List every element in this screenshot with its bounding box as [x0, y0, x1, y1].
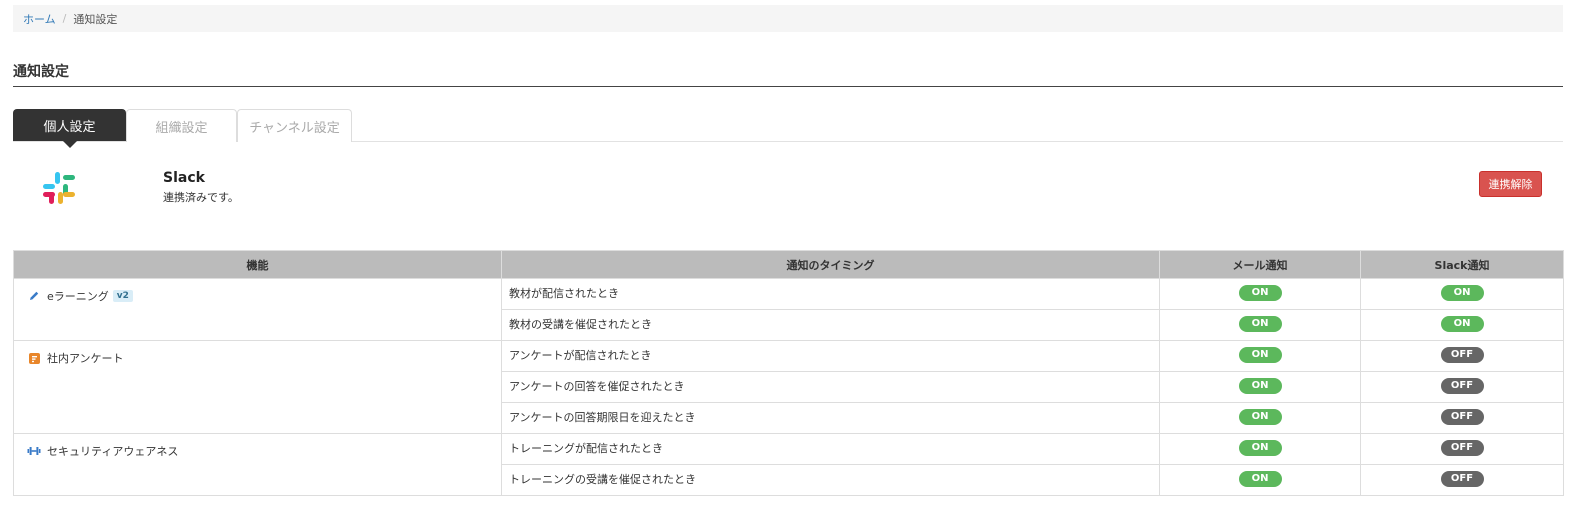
table-row: セキュリティアウェアネス トレーニングが配信されたとき ON OFF — [13, 433, 1564, 496]
table-row: eラーニング v2 教材が配信されたとき ON ON — [13, 278, 1564, 341]
mail-toggle[interactable]: ON — [1238, 347, 1282, 363]
feature-name: eラーニング — [47, 290, 109, 303]
mail-toggle[interactable]: ON — [1238, 316, 1282, 332]
feature-cell: セキュリティアウェアネス — [13, 433, 502, 496]
feature-name: セキュリティアウェアネス — [47, 445, 179, 458]
integration-name: Slack — [163, 170, 205, 186]
unlink-button[interactable]: 連携解除 — [1479, 171, 1542, 197]
timing-cell: トレーニングの受講を催促されたとき — [501, 464, 1160, 496]
header-timing: 通知のタイミング — [501, 250, 1160, 279]
header-mail-notification: メール通知 — [1159, 250, 1361, 279]
slack-toggle[interactable]: ON — [1440, 285, 1484, 301]
notification-settings-table: 機能 通知のタイミング メール通知 Slack通知 eラーニング v2 教材が配… — [13, 250, 1564, 496]
pencil-icon — [27, 289, 41, 303]
timing-cell: アンケートの回答を催促されたとき — [501, 371, 1160, 403]
mail-toggle[interactable]: ON — [1238, 471, 1282, 487]
page-title: 通知設定 — [13, 58, 1563, 87]
table-row: 社内アンケート アンケートが配信されたとき ON OFF — [13, 340, 1564, 434]
slack-toggle[interactable]: ON — [1440, 316, 1484, 332]
breadcrumb-current: 通知設定 — [73, 12, 118, 26]
slack-toggle[interactable]: OFF — [1440, 471, 1484, 487]
timing-cell: トレーニングが配信されたとき — [501, 433, 1160, 465]
slack-toggle[interactable]: OFF — [1440, 409, 1484, 425]
integration-status: 連携済みです。 — [163, 191, 239, 204]
dumbbell-icon — [27, 444, 41, 458]
tab-personal-settings[interactable]: 個人設定 — [13, 109, 126, 148]
feature-name: 社内アンケート — [47, 352, 124, 365]
timing-cell: 教材の受講を催促されたとき — [501, 309, 1160, 341]
header-slack-notification: Slack通知 — [1360, 250, 1564, 279]
slack-toggle[interactable]: OFF — [1440, 347, 1484, 363]
timing-cell: アンケートの回答期限日を迎えたとき — [501, 402, 1160, 434]
settings-tabs: 個人設定 組織設定 チャンネル設定 — [13, 109, 1563, 148]
feature-cell: eラーニング v2 — [13, 278, 502, 341]
mail-toggle[interactable]: ON — [1238, 285, 1282, 301]
version-badge: v2 — [112, 290, 133, 302]
breadcrumb-separator: / — [62, 12, 67, 25]
slack-toggle[interactable]: OFF — [1440, 378, 1484, 394]
mail-toggle[interactable]: ON — [1238, 409, 1282, 425]
timing-cell: 教材が配信されたとき — [501, 278, 1160, 310]
tab-organization-settings[interactable]: 組織設定 — [126, 109, 237, 142]
table-header-row: 機能 通知のタイミング メール通知 Slack通知 — [13, 250, 1564, 279]
breadcrumb: ホーム / 通知設定 — [13, 5, 1563, 32]
slack-logo-icon — [43, 172, 75, 204]
header-feature: 機能 — [13, 250, 502, 279]
survey-icon — [27, 351, 41, 365]
slack-toggle[interactable]: OFF — [1440, 440, 1484, 456]
feature-cell: 社内アンケート — [13, 340, 502, 434]
tab-channel-settings[interactable]: チャンネル設定 — [237, 109, 352, 142]
mail-toggle[interactable]: ON — [1238, 440, 1282, 456]
breadcrumb-home-link[interactable]: ホーム — [23, 11, 56, 27]
timing-cell: アンケートが配信されたとき — [501, 340, 1160, 372]
mail-toggle[interactable]: ON — [1238, 378, 1282, 394]
